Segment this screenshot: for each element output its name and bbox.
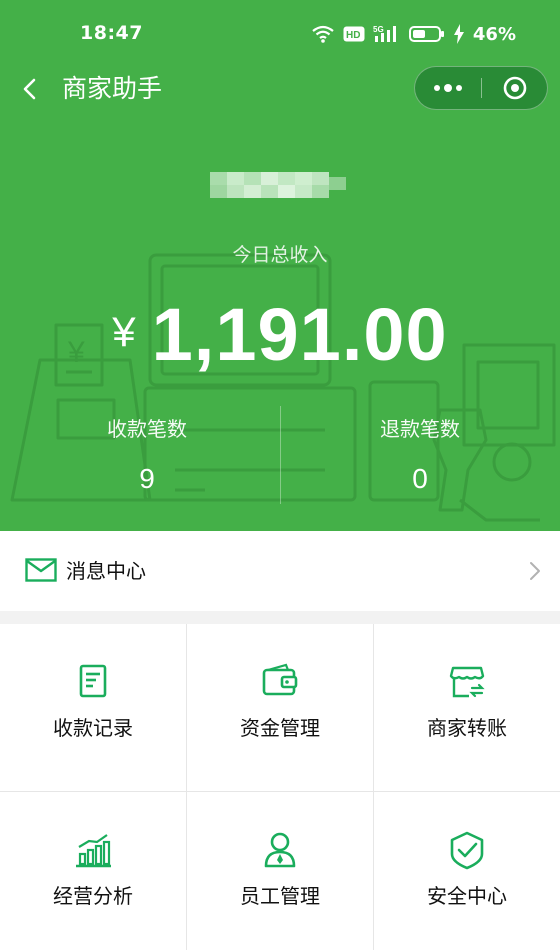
menu-item-label: 收款记录 — [53, 716, 133, 740]
income-header: ¥ 18:47 HD 5G 46% 商家助手 今日总收入 ¥ 1,191.00 … — [0, 0, 560, 531]
status-bar: 18:47 HD 5G 46% — [0, 0, 560, 66]
miniprogram-capsule — [414, 66, 548, 110]
merchant-name-blurred — [210, 172, 346, 198]
navigation-bar: 商家助手 — [0, 62, 560, 116]
target-close-icon[interactable] — [482, 67, 548, 109]
income-label: 今日总收入 — [232, 244, 328, 266]
message-center-row[interactable]: 消息中心 — [0, 531, 560, 611]
receipt-record-icon — [79, 664, 107, 698]
income-total: ¥ 1,191.00 — [0, 286, 560, 382]
menu-item-business-analysis[interactable]: 经营分析 — [0, 792, 186, 950]
refund-count-stat[interactable]: 退款笔数 0 — [280, 404, 560, 504]
battery-percent: 46% — [472, 23, 516, 45]
menu-item-label: 安全中心 — [427, 884, 507, 908]
income-amount: 1,191.00 — [151, 292, 448, 376]
bar-chart-icon — [76, 834, 111, 868]
currency-symbol: ¥ — [112, 308, 136, 355]
more-dots-icon[interactable] — [415, 67, 481, 109]
wifi-icon — [312, 25, 334, 43]
menu-item-label: 商家转账 — [427, 716, 507, 740]
payment-count-value: 9 — [139, 463, 155, 494]
shield-check-icon — [450, 831, 484, 870]
battery-icon — [408, 26, 444, 42]
refund-count-value: 0 — [412, 463, 428, 494]
payment-count-label: 收款笔数 — [107, 417, 187, 441]
envelope-icon — [25, 558, 57, 582]
feature-grid: 收款记录 资金管理 商家转账 经营分析 员工管理 安全中心 — [0, 624, 560, 950]
menu-item-label: 经营分析 — [53, 884, 133, 908]
chevron-left-icon[interactable] — [14, 72, 48, 106]
menu-item-staff-management[interactable]: 员工管理 — [187, 792, 373, 950]
staff-icon — [264, 832, 296, 868]
menu-item-security-center[interactable]: 安全中心 — [374, 792, 560, 950]
menu-item-payment-records[interactable]: 收款记录 — [0, 624, 186, 791]
5g-signal-icon: 5G — [373, 25, 396, 42]
hd-icon: HD — [343, 26, 365, 42]
page-title: 商家助手 — [62, 74, 163, 103]
menu-item-label: 员工管理 — [240, 884, 320, 908]
status-icons: HD 5G 46% — [311, 22, 516, 46]
menu-item-merchant-transfer[interactable]: 商家转账 — [374, 624, 560, 791]
wallet-icon — [262, 663, 298, 696]
message-center-label: 消息中心 — [66, 559, 146, 583]
menu-item-label: 资金管理 — [240, 716, 320, 740]
charging-icon — [453, 24, 464, 44]
chevron-right-icon — [530, 562, 540, 580]
menu-item-fund-management[interactable]: 资金管理 — [187, 624, 373, 791]
refund-count-label: 退款笔数 — [380, 417, 460, 441]
payment-count-stat[interactable]: 收款笔数 9 — [14, 404, 280, 504]
svg-text:5G: 5G — [373, 25, 384, 34]
store-transfer-icon — [449, 666, 485, 698]
svg-text:HD: HD — [346, 30, 360, 41]
status-time: 18:47 — [80, 22, 143, 44]
transaction-stats: 收款笔数 9 退款笔数 0 — [0, 404, 560, 504]
